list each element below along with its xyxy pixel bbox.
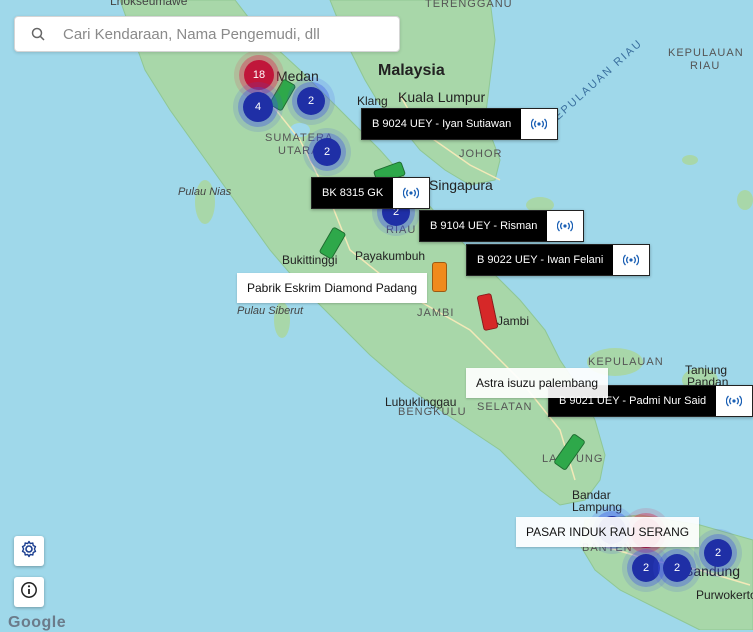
search-bar: [14, 16, 400, 52]
gear-icon: [20, 540, 38, 563]
map-label-kepulauan-riau-2: RIAU: [690, 60, 721, 72]
vehicle-marker-orange[interactable]: [432, 262, 447, 292]
vehicle-label-text: B 9022 UEY - Iwan Felani: [467, 245, 614, 275]
place-label[interactable]: Pabrik Eskrim Diamond Padang: [237, 273, 428, 303]
map-label-bandar-2: Lampung: [572, 500, 623, 514]
map-label-klang: Klang: [357, 94, 388, 108]
cluster-marker[interactable]: 18: [244, 60, 274, 90]
map-label-malaysia: Malaysia: [378, 62, 445, 79]
settings-button[interactable]: [14, 536, 44, 566]
signal-icon: [393, 178, 430, 208]
map-label-pulau-nias: Pulau Nias: [178, 186, 232, 198]
place-label[interactable]: Astra isuzu palembang: [466, 368, 609, 398]
cluster-marker[interactable]: 4: [243, 92, 273, 122]
vehicle-label[interactable]: B 9024 UEY - Iyan Sutiawan: [361, 108, 559, 140]
search-icon: [15, 27, 61, 41]
map-label-kepulauan-riau-1: KEPULAUAN: [668, 47, 744, 59]
place-label[interactable]: PASAR INDUK RAU SERANG: [516, 517, 700, 547]
vehicle-label-text: BK 8315 GK: [312, 178, 394, 208]
map-label-johor: JOHOR: [459, 148, 503, 160]
cluster-marker[interactable]: 2: [632, 554, 660, 582]
map-label-top-left: Lhokseumawe: [110, 0, 188, 8]
vehicle-label[interactable]: B 9104 UEY - Risman: [419, 210, 585, 242]
map-label-kuala-lumpur: Kuala Lumpur: [398, 89, 486, 105]
map-label-singapura: Singapura: [429, 177, 493, 193]
map-label-kepulauan: KEPULAUAN: [588, 356, 664, 368]
search-input[interactable]: [61, 24, 385, 44]
signal-icon: [613, 245, 650, 275]
vehicle-label[interactable]: BK 8315 GK: [311, 177, 431, 209]
map-label-jambi-city: Jambi: [497, 314, 530, 328]
cluster-marker[interactable]: 2: [313, 138, 341, 166]
info-button[interactable]: [14, 577, 44, 607]
signal-icon: [547, 211, 584, 241]
google-logo: Google: [8, 614, 67, 631]
info-icon: [20, 581, 38, 604]
map-label-pulau-siberut: Pulau Siberut: [237, 305, 304, 317]
vehicle-label-text: B 9024 UEY - Iyan Sutiawan: [362, 109, 522, 139]
map-label-riau: RIAU: [386, 224, 417, 236]
riau-islands-2: [682, 155, 698, 165]
cluster-marker[interactable]: 2: [297, 87, 325, 115]
map-label-selatan: SELATAN: [477, 401, 533, 413]
signal-icon: [521, 109, 558, 139]
riau-islands-3: [737, 190, 753, 210]
map-label-bengkulu: BENGKULU: [398, 406, 467, 418]
map-label-trengganu: TERENGGANU: [425, 0, 513, 10]
map-label-payakumbuh: Payakumbuh: [355, 249, 426, 263]
vehicle-label-text: B 9104 UEY - Risman: [420, 211, 548, 241]
cluster-marker[interactable]: 2: [704, 539, 732, 567]
map-label-jambi-region: JAMBI: [417, 307, 455, 319]
vehicle-label[interactable]: B 9022 UEY - Iwan Felani: [466, 244, 651, 276]
map-label-purwokerto: Purwokerto: [696, 588, 753, 602]
cluster-marker[interactable]: 2: [663, 554, 691, 582]
signal-icon: [716, 386, 753, 416]
